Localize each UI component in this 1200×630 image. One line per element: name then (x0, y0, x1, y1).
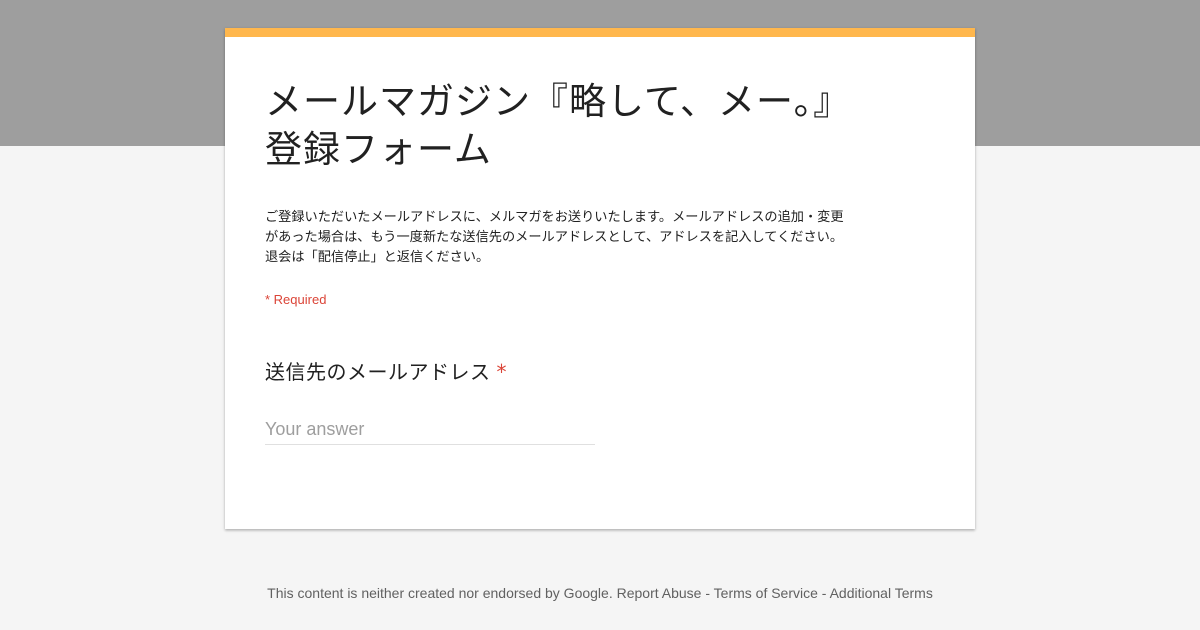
additional-terms-link[interactable]: Additional Terms (830, 585, 933, 601)
question-title: 送信先のメールアドレス * (265, 357, 507, 387)
report-abuse-link[interactable]: Report Abuse (617, 585, 702, 601)
footer-disclaimer: This content is neither created nor endo… (267, 585, 613, 601)
footer-separator: - (817, 585, 830, 601)
accent-bar (225, 28, 975, 37)
question-label: 送信先のメールアドレス (265, 360, 491, 384)
required-note: * Required (265, 292, 327, 307)
email-answer-input[interactable] (265, 414, 595, 445)
form-title: メールマガジン『略して、メー。』 登録フォーム (265, 80, 852, 171)
form-description: ご登録いただいたメールアドレスに、メルマガをお送りいたします。メールアドレスの追… (265, 210, 844, 265)
footer: This content is neither created nor endo… (255, 584, 945, 602)
form-card: メールマガジン『略して、メー。』 登録フォーム ご登録いただいたメールアドレスに… (225, 28, 975, 529)
page: メールマガジン『略して、メー。』 登録フォーム ご登録いただいたメールアドレスに… (0, 0, 1200, 630)
terms-of-service-link[interactable]: Terms of Service (714, 585, 818, 601)
footer-separator: - (701, 585, 714, 601)
required-star: * (496, 360, 507, 384)
